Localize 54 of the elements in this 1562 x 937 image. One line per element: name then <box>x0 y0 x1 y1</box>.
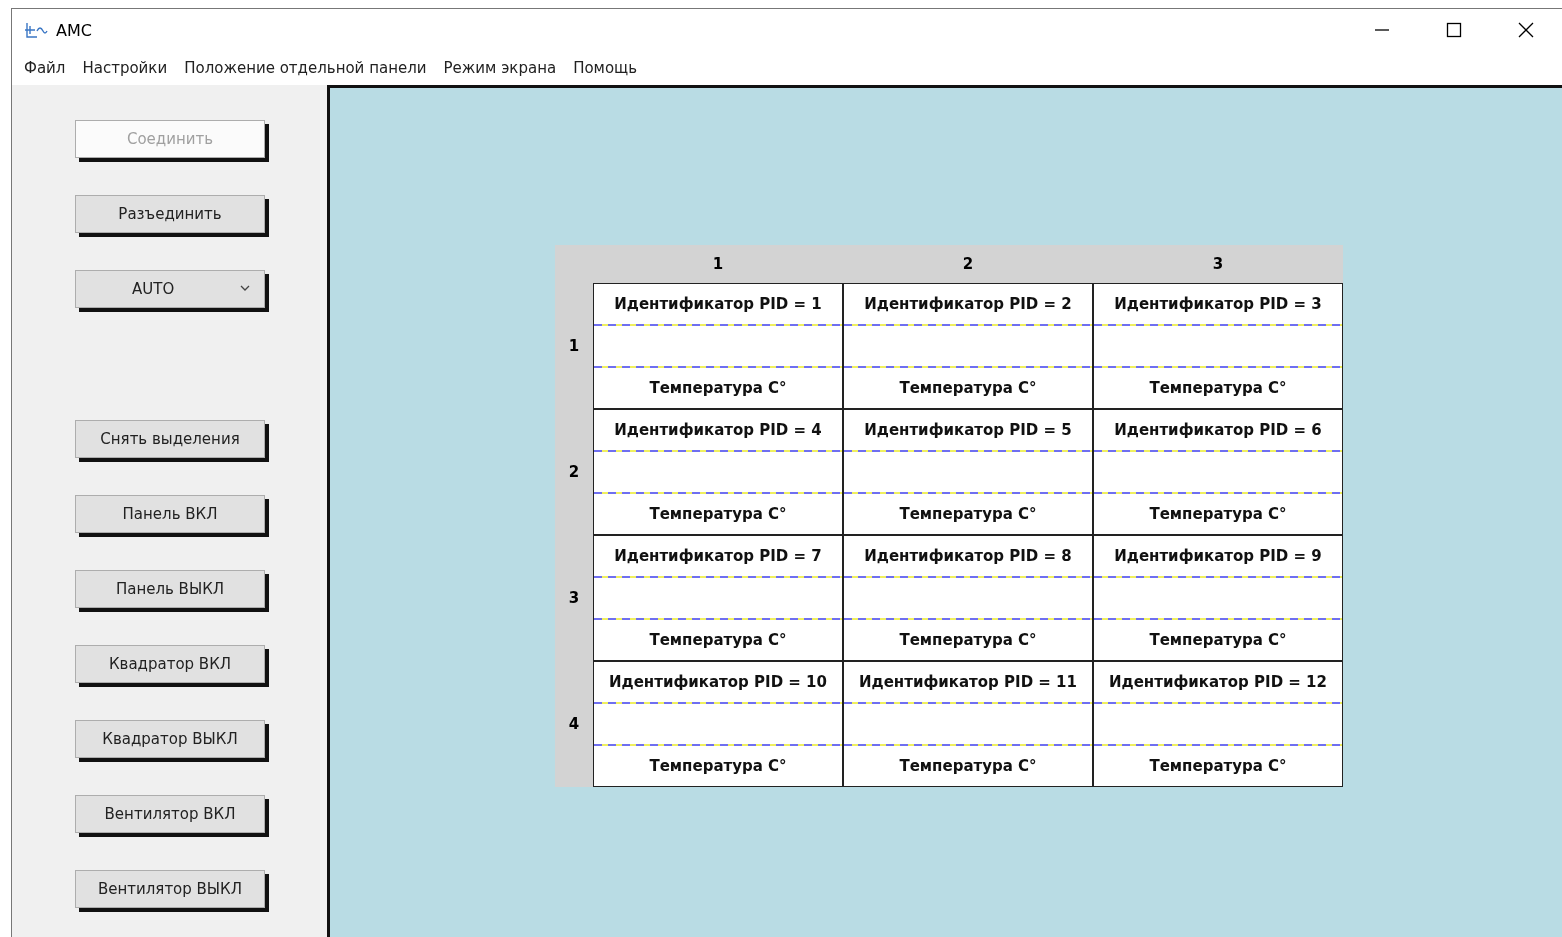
column-header: 1 <box>712 255 724 273</box>
minimize-icon <box>1374 29 1390 31</box>
pid-label: Идентификатор PID = 7 <box>614 547 822 565</box>
menu-item[interactable]: Помощь <box>567 59 649 77</box>
menu-item[interactable]: Положение отдельной панели <box>178 59 438 77</box>
temperature-label: Температура C° <box>1149 505 1287 523</box>
app-logo-icon <box>24 21 48 39</box>
temperature-label: Температура C° <box>899 505 1037 523</box>
row-header: 2 <box>568 463 580 481</box>
menu-item[interactable]: Режим экрана <box>437 59 568 77</box>
pid-cell[interactable]: Идентификатор PID = 11 Температура C° <box>843 661 1093 787</box>
temperature-label: Температура C° <box>1149 379 1287 397</box>
pid-label: Идентификатор PID = 9 <box>1114 547 1322 565</box>
pid-cell[interactable]: Идентификатор PID = 6 Температура C° <box>1093 409 1343 535</box>
row-header: 4 <box>568 715 580 733</box>
pid-cell[interactable]: Идентификатор PID = 2 Температура C° <box>843 283 1093 409</box>
temperature-label: Температура C° <box>649 757 787 775</box>
pid-cell[interactable]: Идентификатор PID = 1 Температура C° <box>593 283 843 409</box>
temperature-label: Температура C° <box>899 379 1037 397</box>
pid-label: Идентификатор PID = 4 <box>614 421 822 439</box>
window-title: AMC <box>56 20 92 40</box>
pid-label: Идентификатор PID = 8 <box>864 547 1072 565</box>
pid-label: Идентификатор PID = 5 <box>864 421 1072 439</box>
caret-icon <box>240 285 250 292</box>
temperature-label: Температура C° <box>649 379 787 397</box>
column-header: 3 <box>1212 255 1224 273</box>
pid-label: Идентификатор PID = 10 <box>609 673 827 691</box>
pid-cell[interactable]: Идентификатор PID = 3 Температура C° <box>1093 283 1343 409</box>
pid-label: Идентификатор PID = 1 <box>614 295 822 313</box>
close-icon <box>1518 22 1534 38</box>
temperature-label: Температура C° <box>899 631 1037 649</box>
pid-cell[interactable]: Идентификатор PID = 9 Температура C° <box>1093 535 1343 661</box>
menu-item[interactable]: Файл <box>18 59 77 77</box>
pid-cell[interactable]: Идентификатор PID = 7 Температура C° <box>593 535 843 661</box>
temperature-label: Температура C° <box>649 631 787 649</box>
pid-cell[interactable]: Идентификатор PID = 8 Температура C° <box>843 535 1093 661</box>
pid-label: Идентификатор PID = 3 <box>1114 295 1322 313</box>
row-header: 3 <box>568 589 580 607</box>
pid-label: Идентификатор PID = 11 <box>859 673 1077 691</box>
column-header: 2 <box>962 255 974 273</box>
temperature-label: Температура C° <box>649 505 787 523</box>
pid-label: Идентификатор PID = 6 <box>1114 421 1322 439</box>
pid-label: Идентификатор PID = 12 <box>1109 673 1327 691</box>
pid-cell[interactable]: Идентификатор PID = 10 Температура C° <box>593 661 843 787</box>
pid-cell[interactable]: Идентификатор PID = 4 Температура C° <box>593 409 843 535</box>
temperature-label: Температура C° <box>1149 757 1287 775</box>
temperature-label: Температура C° <box>899 757 1037 775</box>
maximize-icon <box>1446 22 1462 38</box>
row-header: 1 <box>568 337 580 355</box>
pid-label: Идентификатор PID = 2 <box>864 295 1072 313</box>
menu-item[interactable]: Настройки <box>76 59 179 77</box>
temperature-label: Температура C° <box>1149 631 1287 649</box>
pid-cell[interactable]: Идентификатор PID = 5 Температура C° <box>843 409 1093 535</box>
pid-cell[interactable]: Идентификатор PID = 12 Температура C° <box>1093 661 1343 787</box>
